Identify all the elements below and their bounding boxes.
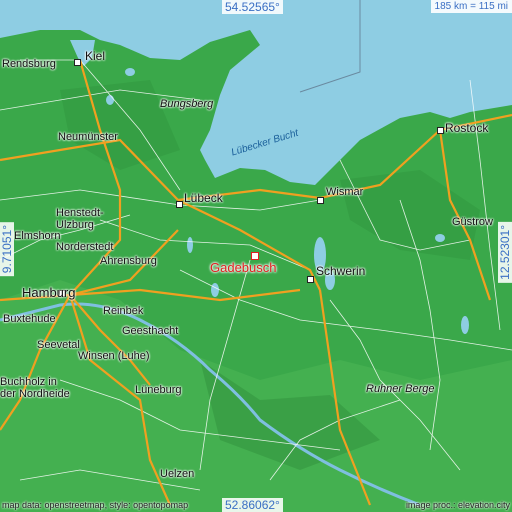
- town-label-ruhner-berge: Ruhner Berge: [366, 383, 435, 395]
- scale-label: 185 km = 115 mi: [430, 0, 512, 13]
- credit-right: image proc.: elevation.city: [405, 500, 510, 510]
- town-label-ahrensburg: Ahrensburg: [100, 255, 157, 267]
- town-label-elmshorn: Elmshorn: [14, 230, 61, 242]
- coord-south-label: 52.86062°: [222, 498, 283, 512]
- city-marker-kiel: [74, 59, 81, 66]
- town-label-winsen-luhe: Winsen (Luhe): [78, 350, 150, 362]
- city-label-lueneburg: Lüneburg: [135, 384, 182, 396]
- credit-left: map data: openstreetmap, style: opentopo…: [2, 500, 189, 510]
- town-label-geesthacht: Geesthacht: [122, 325, 179, 337]
- city-marker-rostock: [437, 127, 444, 134]
- town-label-buxtehude: Buxtehude: [3, 313, 56, 325]
- town-label-buchholz: Buchholz in der Nordheide: [0, 376, 70, 400]
- town-label-reinbek: Reinbek: [103, 305, 144, 317]
- city-label-kiel: Kiel: [85, 49, 106, 63]
- coord-west-label: 9.71051°: [0, 222, 14, 277]
- target-location-marker[interactable]: [251, 252, 259, 260]
- town-label-norderstedt: Norderstedt: [56, 241, 114, 253]
- city-label-guestrow: Güstrow: [452, 216, 493, 228]
- city-label-wismar: Wismar: [326, 186, 364, 198]
- town-label-seevetal: Seevetal: [37, 339, 80, 351]
- city-label-uelzen: Uelzen: [160, 468, 195, 480]
- coord-north-label: 54.52565°: [222, 0, 283, 14]
- city-label-luebeck: Lübeck: [184, 191, 223, 205]
- coord-east-label: 12.52301°: [498, 222, 512, 283]
- city-marker-wismar: [317, 197, 324, 204]
- city-marker-luebeck: [176, 201, 183, 208]
- town-label-henstedt-ulzburg: Henstedt-Ulzburg: [56, 207, 104, 231]
- town-label-neumuenster: Neumünster: [58, 131, 118, 143]
- city-label-rostock: Rostock: [445, 121, 489, 135]
- town-label-bungsberg: Bungsberg: [160, 98, 214, 110]
- town-label-rendsburg: Rendsburg: [2, 58, 56, 70]
- target-location-label[interactable]: Gadebusch: [210, 260, 277, 275]
- city-marker-schwerin: [307, 276, 314, 283]
- map-canvas[interactable]: Lübecker Bucht Kiel Lübeck Rostock Hambu…: [0, 0, 512, 512]
- city-label-hamburg: Hamburg: [22, 285, 76, 300]
- city-label-schwerin: Schwerin: [316, 264, 366, 278]
